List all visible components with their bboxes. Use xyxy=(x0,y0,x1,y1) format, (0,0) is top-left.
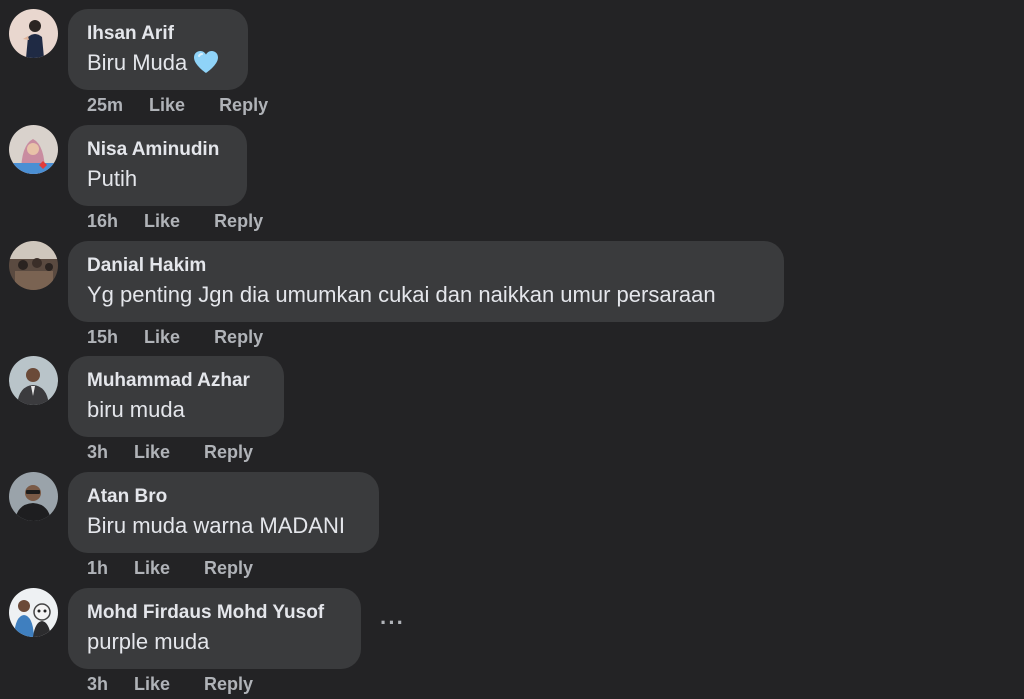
comment-time[interactable]: 1h xyxy=(87,558,108,579)
comment-actions: 3h Like Reply xyxy=(87,672,253,696)
comment-time[interactable]: 15h xyxy=(87,327,118,348)
comment-actions: 1h Like Reply xyxy=(87,556,253,580)
comment-author[interactable]: Muhammad Azhar xyxy=(87,369,265,393)
comment-time[interactable]: 3h xyxy=(87,674,108,695)
like-button[interactable]: Like xyxy=(144,327,180,348)
comment-text: Yg penting Jgn dia umumkan cukai dan nai… xyxy=(87,282,716,307)
reply-button[interactable]: Reply xyxy=(204,558,253,579)
avatar[interactable] xyxy=(9,9,58,58)
comment-actions: 16h Like Reply xyxy=(87,209,263,233)
comment-text: Putih xyxy=(87,166,138,191)
like-button[interactable]: Like xyxy=(134,442,170,463)
avatar[interactable] xyxy=(9,241,58,290)
comment-text: biru muda xyxy=(87,397,185,422)
reply-button[interactable]: Reply xyxy=(204,442,253,463)
comment-time[interactable]: 3h xyxy=(87,442,108,463)
like-button[interactable]: Like xyxy=(134,674,170,695)
comment-bubble: Nisa Aminudin Putih xyxy=(68,125,247,206)
comment-bubble: Atan Bro Biru muda warna MADANI xyxy=(68,472,379,553)
reply-button[interactable]: Reply xyxy=(214,327,263,348)
more-options-icon[interactable]: ··· xyxy=(380,612,405,634)
avatar[interactable] xyxy=(9,356,58,405)
like-button[interactable]: Like xyxy=(134,558,170,579)
like-button[interactable]: Like xyxy=(149,95,185,116)
avatar[interactable] xyxy=(9,588,58,637)
comment-actions: 3h Like Reply xyxy=(87,440,253,464)
comment-text-content: Biru Muda xyxy=(87,50,188,75)
comment-bubble: Ihsan Arif Biru Muda xyxy=(68,9,248,90)
comment-author[interactable]: Danial Hakim xyxy=(87,254,765,278)
comment-actions: 15h Like Reply xyxy=(87,325,263,349)
comment-bubble: Danial Hakim Yg penting Jgn dia umumkan … xyxy=(68,241,784,322)
comment-author[interactable]: Nisa Aminudin xyxy=(87,138,228,162)
comment-time[interactable]: 25m xyxy=(87,95,123,116)
comment-bubble: Muhammad Azhar biru muda xyxy=(68,356,284,437)
comment-bubble: Mohd Firdaus Mohd Yusof purple muda xyxy=(68,588,361,669)
reply-button[interactable]: Reply xyxy=(214,211,263,232)
reply-button[interactable]: Reply xyxy=(204,674,253,695)
avatar[interactable] xyxy=(9,125,58,174)
light-blue-heart-icon xyxy=(193,50,219,82)
like-button[interactable]: Like xyxy=(144,211,180,232)
comment-time[interactable]: 16h xyxy=(87,211,118,232)
avatar[interactable] xyxy=(9,472,58,521)
comment-author[interactable]: Atan Bro xyxy=(87,485,360,509)
reply-button[interactable]: Reply xyxy=(219,95,268,116)
comment-text: purple muda xyxy=(87,629,210,654)
comment-author[interactable]: Ihsan Arif xyxy=(87,22,229,46)
comment-actions: 25m Like Reply xyxy=(87,93,268,117)
comment-text: Biru Muda xyxy=(87,48,229,82)
comment-text: Biru muda warna MADANI xyxy=(87,513,345,538)
comment-author[interactable]: Mohd Firdaus Mohd Yusof xyxy=(87,601,342,625)
